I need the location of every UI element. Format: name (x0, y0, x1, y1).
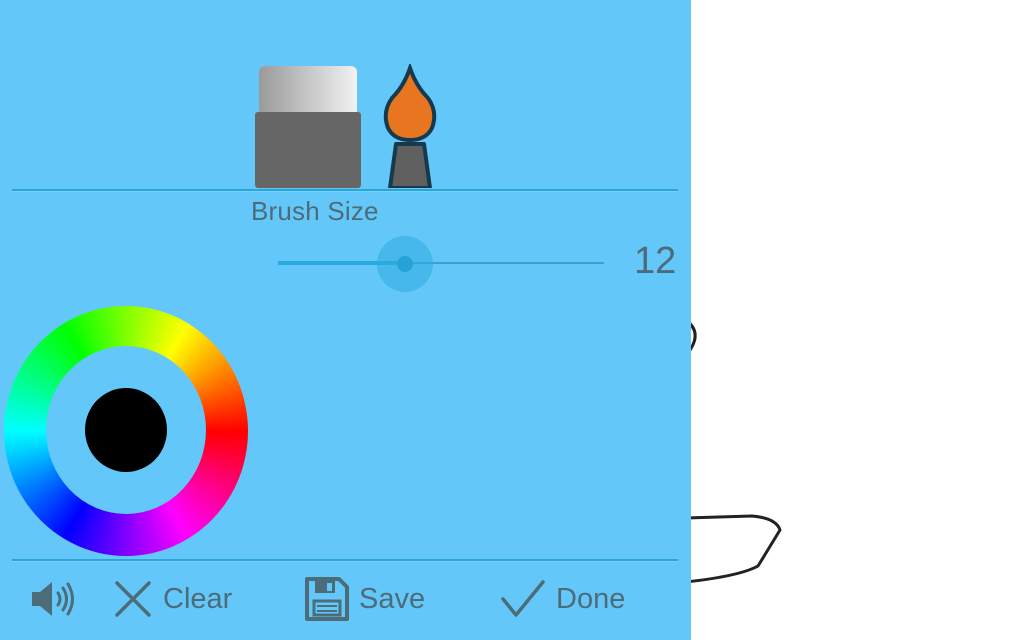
slider-thumb[interactable] (397, 256, 413, 272)
color-wheel[interactable] (4, 302, 248, 556)
paintbrush-icon (383, 61, 437, 190)
brush-size-label: Brush Size (251, 196, 379, 226)
speaker-icon (32, 582, 74, 616)
app-root: Brush Size 12 Clear Save Done (0, 0, 1024, 640)
brush-size-value: 12 (634, 240, 677, 282)
save-label: Save (359, 582, 426, 615)
divider (12, 189, 678, 191)
brush-tool[interactable] (380, 61, 440, 190)
done-label: Done (556, 582, 626, 615)
tool-panel: Brush Size 12 Clear Save Done (0, 0, 691, 640)
divider (12, 559, 678, 561)
brush-size-slider[interactable] (278, 236, 604, 292)
eraser-icon (255, 66, 361, 188)
tool-selector (250, 60, 450, 190)
floppy-disk-icon (305, 577, 349, 621)
sound-button[interactable] (26, 562, 76, 636)
eraser-tool[interactable] (254, 66, 362, 188)
checkmark-icon (501, 580, 545, 617)
save-button[interactable]: Save (305, 562, 425, 636)
selected-color-swatch[interactable] (85, 388, 167, 472)
clear-button[interactable]: Clear (113, 562, 232, 636)
done-button[interactable]: Done (500, 562, 625, 636)
close-icon (115, 581, 151, 617)
action-bar: Clear Save Done (0, 562, 691, 640)
clear-label: Clear (163, 582, 233, 615)
